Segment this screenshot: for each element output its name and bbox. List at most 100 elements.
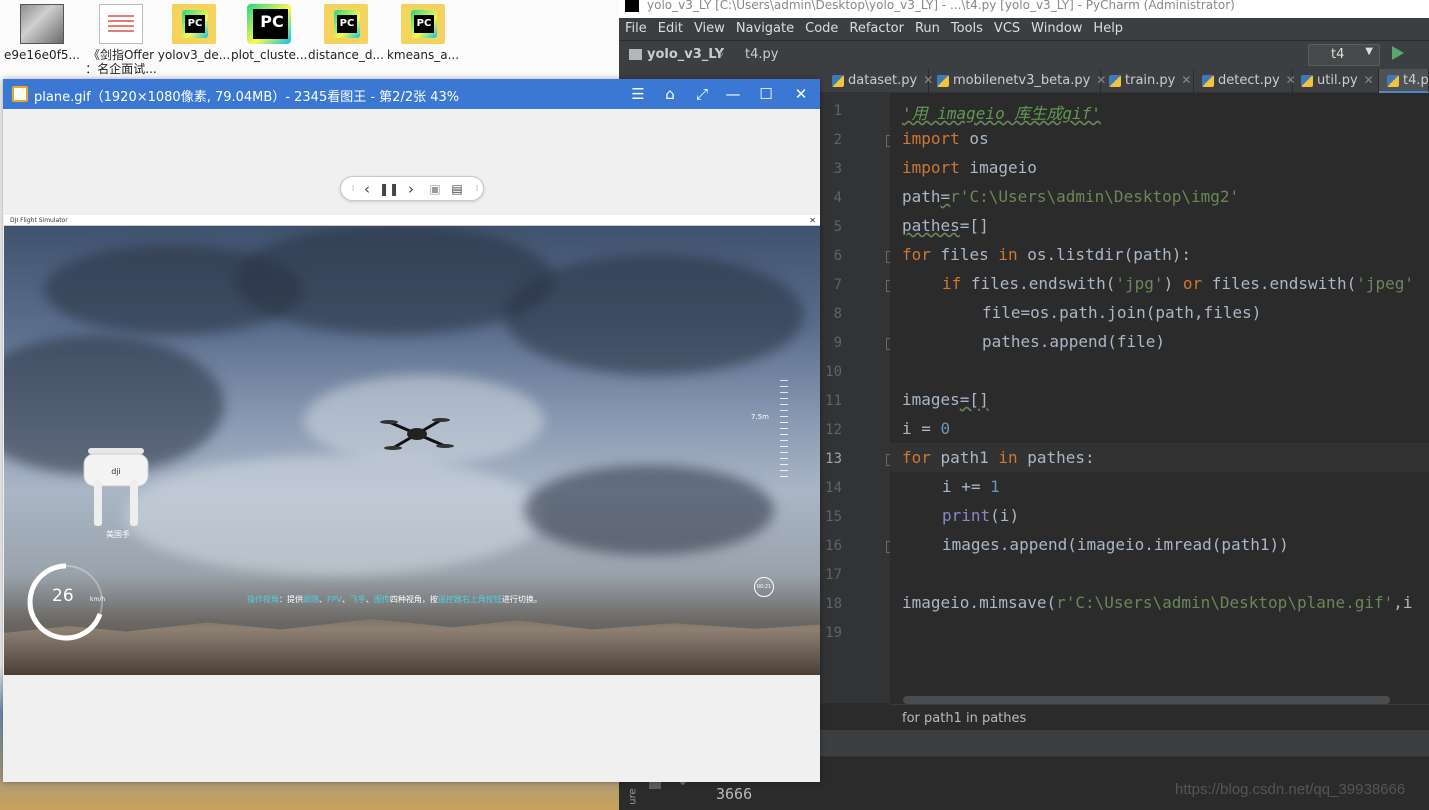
- next-icon[interactable]: ›: [401, 179, 421, 199]
- line-number: 4: [833, 190, 842, 206]
- tab-detect[interactable]: detect.py ✕: [1194, 69, 1296, 93]
- viewer-floating-toolbar: ⁞ ‹ ❚❚ › ▣ ▤ ⁞: [340, 176, 484, 201]
- tab-mobilenetv3[interactable]: mobilenetv3_beta.py ✕: [929, 69, 1106, 93]
- blog-watermark: https://blog.csdn.net/qq_39938666: [1175, 781, 1406, 798]
- line-number: 9: [833, 335, 842, 351]
- save-icon[interactable]: ▣: [425, 179, 445, 199]
- navigation-bar: yolo_v3_LY › t4.py t4 ▼: [619, 40, 1429, 69]
- minimize-icon[interactable]: —: [719, 82, 747, 106]
- line-number: 1: [833, 103, 842, 119]
- simulator-title-text: DJI Flight Simulator: [10, 217, 68, 224]
- menu-refactor[interactable]: Refactor: [843, 18, 909, 36]
- desktop-icon-kmeans[interactable]: kmeans_a...: [385, 2, 461, 78]
- line-number: 12: [825, 422, 842, 438]
- flight-time-indicator: 00:21: [754, 577, 774, 597]
- code-line-12: i = 0: [902, 419, 951, 438]
- remote-controller-icon: dji: [83, 448, 149, 526]
- code-line-8: file=os.path.join(path,files): [982, 303, 1262, 322]
- run-output-line: 3666: [716, 785, 753, 803]
- menu-tools[interactable]: Tools: [945, 18, 988, 36]
- run-config-label: t4: [1331, 47, 1345, 62]
- desktop-icon-label-line2: ：名企面试...: [85, 62, 157, 76]
- pycharm-title-bar: yolo_v3_LY [C:\Users\admin\Desktop\yolo_…: [619, 0, 1429, 18]
- code-line-1: '用 imageio 库生成gif': [902, 104, 1101, 123]
- menu-view[interactable]: View: [688, 18, 730, 36]
- folder-icon: [629, 49, 642, 60]
- close-icon[interactable]: ✕: [1364, 73, 1374, 87]
- run-icon[interactable]: [1392, 46, 1404, 60]
- close-icon[interactable]: ✕: [787, 82, 815, 106]
- tab-util[interactable]: util.py ✕: [1293, 69, 1379, 93]
- tab-train[interactable]: train.py ✕: [1101, 69, 1194, 93]
- tab-label: dataset.py: [848, 73, 918, 88]
- fullscreen-icon[interactable]: ⤢: [688, 82, 716, 106]
- code-editor[interactable]: '用 imageio 库生成gif' import os import imag…: [890, 93, 1429, 703]
- desktop-icon-label: e9e16e0f5...: [4, 48, 80, 62]
- code-line-16: images.append(imageio.imread(path1)): [942, 535, 1289, 554]
- viewer-title: plane.gif（1920×1080像素, 79.04MB）- 2345看图王…: [34, 90, 460, 105]
- line-number: 14: [825, 480, 842, 496]
- close-icon[interactable]: ✕: [1181, 73, 1191, 87]
- pycharm-app-icon: [247, 4, 291, 44]
- line-number: 5: [833, 219, 842, 235]
- horizontal-scrollbar[interactable]: [903, 696, 1390, 704]
- menu-file[interactable]: File: [619, 18, 652, 36]
- tab-dataset[interactable]: dataset.py ✕: [824, 69, 933, 93]
- drone-icon: [380, 418, 454, 450]
- drag-handle-icon[interactable]: ⁞: [467, 179, 487, 199]
- tab-t4[interactable]: t4.py: [1379, 69, 1429, 93]
- code-line-14: i += 1: [942, 477, 1000, 496]
- menu-edit[interactable]: Edit: [652, 18, 688, 36]
- menu-run[interactable]: Run: [909, 18, 945, 36]
- line-number: 3: [833, 161, 842, 177]
- breadcrumb-project[interactable]: yolo_v3_LY: [647, 47, 724, 62]
- chevron-down-icon: ▼: [1365, 46, 1373, 57]
- code-line-4: path=r'C:\Users\admin\Desktop\img2': [902, 187, 1240, 206]
- altitude-scale: [780, 380, 788, 480]
- cloud-shape: [124, 455, 544, 575]
- structure-tool-label[interactable]: ure: [628, 788, 639, 804]
- menu-window[interactable]: Window: [1025, 18, 1087, 36]
- desktop-icon-yolov3[interactable]: yolov3_de...: [156, 2, 232, 78]
- save-frame-icon[interactable]: ▤: [447, 179, 467, 199]
- line-number: 17: [825, 567, 842, 583]
- menu-code[interactable]: Code: [799, 18, 843, 36]
- menu-icon[interactable]: ☰: [624, 82, 652, 106]
- line-number: 2: [833, 132, 842, 148]
- code-line-11: images=[]: [902, 390, 989, 409]
- gif-frame-flight-simulator: DJI Flight Simulator ✕ dji 美国手 26 km/h 操…: [4, 215, 820, 675]
- desktop-icon-plot-cluster[interactable]: plot_cluste...: [231, 2, 307, 78]
- code-line-2: import os: [902, 129, 989, 148]
- cloud-shape: [524, 465, 774, 555]
- menu-navigate[interactable]: Navigate: [730, 18, 799, 36]
- breadcrumb-file[interactable]: t4.py: [745, 47, 778, 62]
- line-number: 7: [833, 277, 842, 293]
- line-number: 15: [825, 509, 842, 525]
- pause-icon[interactable]: ❚❚: [379, 179, 399, 199]
- document-file-icon: [99, 4, 143, 44]
- line-number: 11: [825, 393, 842, 409]
- menu-vcs[interactable]: VCS: [988, 18, 1025, 36]
- code-breadcrumb[interactable]: for path1 in pathes: [890, 704, 1429, 730]
- run-configuration-select[interactable]: t4 ▼: [1308, 44, 1380, 66]
- desktop-icon-image[interactable]: e9e16e0f5...: [4, 2, 80, 78]
- skin-icon[interactable]: ⌂: [656, 82, 684, 106]
- desktop-icon-label: kmeans_a...: [386, 48, 460, 62]
- svg-text:dji: dji: [111, 467, 121, 476]
- tab-label: mobilenetv3_beta.py: [953, 73, 1091, 88]
- desktop-icon-pdf[interactable]: 《剑指Offer ：名企面试...: [83, 2, 159, 78]
- simulator-window-title: DJI Flight Simulator ✕: [4, 215, 820, 226]
- previous-icon[interactable]: ‹: [357, 179, 377, 199]
- tab-label: train.py: [1125, 73, 1176, 88]
- status-bar: [820, 730, 1429, 756]
- line-number-current: 13: [825, 451, 842, 467]
- menu-bar: File Edit View Navigate Code Refactor Run Tools…: [619, 18, 1429, 40]
- close-icon: ✕: [809, 216, 816, 225]
- line-number: 8: [833, 306, 842, 322]
- maximize-icon[interactable]: ☐: [752, 82, 780, 106]
- chevron-right-icon: ›: [719, 47, 725, 62]
- menu-help[interactable]: Help: [1087, 18, 1128, 36]
- desktop-icon-distance[interactable]: distance_d...: [308, 2, 384, 78]
- speed-readout: 26: [52, 586, 74, 606]
- image-file-icon: [20, 4, 64, 44]
